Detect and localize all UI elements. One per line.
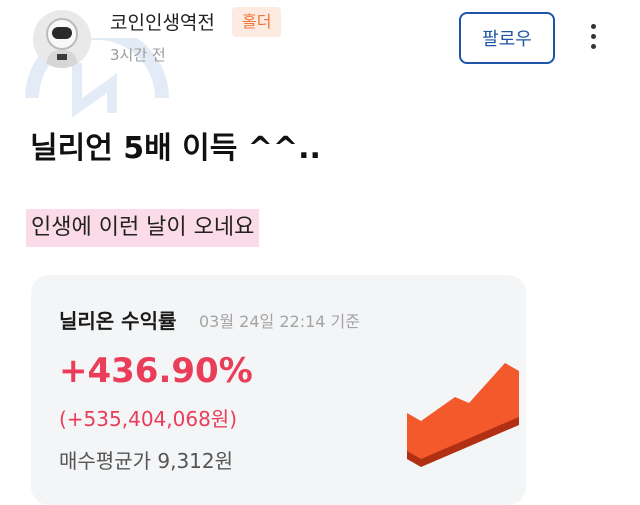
return-percentage: +436.90% bbox=[59, 351, 253, 391]
card-title: 닐리온 수익률 bbox=[59, 309, 177, 333]
more-vertical-icon[interactable] bbox=[585, 24, 601, 52]
post-body: 인생에 이런 날이 오네요 bbox=[26, 209, 260, 247]
post-time: 3시간 전 bbox=[110, 46, 166, 64]
astronaut-avatar-icon bbox=[33, 10, 91, 68]
post-title: 닐리언 5배 이득 ^^.. bbox=[30, 131, 321, 166]
profit-card[interactable]: 닐리온 수익률 03월 24일 22:14 기준 +436.90% (+535,… bbox=[31, 275, 526, 505]
author-name[interactable]: 코인인생역전 bbox=[110, 8, 215, 35]
card-timestamp: 03월 24일 22:14 기준 bbox=[199, 312, 360, 331]
profit-amount: (+535,404,068원) bbox=[59, 407, 237, 431]
follow-button[interactable]: 팔로우 bbox=[459, 12, 555, 64]
average-buy-price: 매수평균가 9,312원 bbox=[59, 449, 234, 473]
rising-chart-icon bbox=[407, 363, 519, 467]
holder-badge: 홀더 bbox=[232, 7, 282, 37]
avatar[interactable] bbox=[33, 10, 91, 68]
